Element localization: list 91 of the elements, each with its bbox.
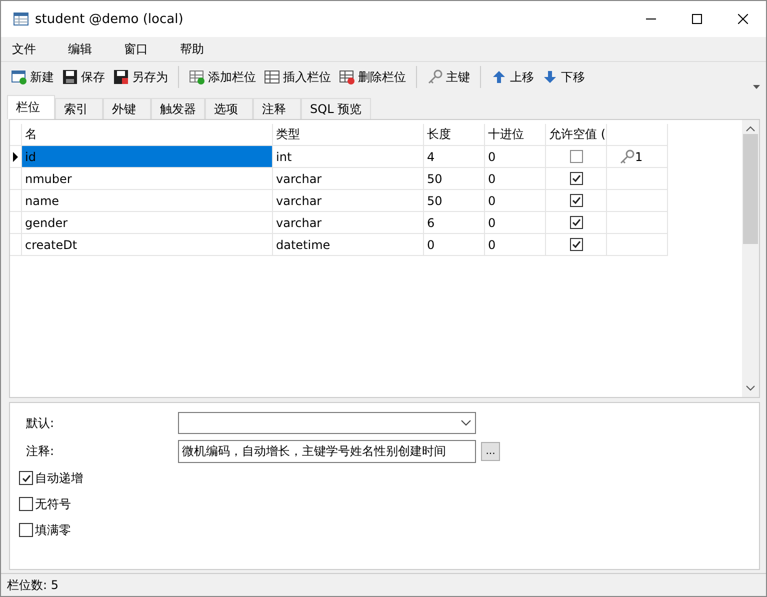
toolbar-button[interactable]: 主键 <box>423 66 474 88</box>
table-add-icon <box>11 69 27 85</box>
chevron-down-icon <box>461 420 471 426</box>
key-icon <box>427 69 443 85</box>
toolbar-button[interactable]: 添加栏位 <box>185 66 260 88</box>
table-cell[interactable]: varchar <box>273 190 424 212</box>
checkbox-label: 自动递增 <box>35 470 83 486</box>
toolbar-button[interactable]: 新建 <box>7 66 58 88</box>
arrow-up-icon <box>491 69 507 85</box>
grid-add-icon <box>189 69 205 85</box>
grid-delete-icon <box>339 69 355 85</box>
checkbox[interactable] <box>570 238 582 251</box>
menu-item[interactable]: 窗口 <box>117 40 155 58</box>
check-icon <box>572 174 580 183</box>
column-header[interactable]: 十进位 <box>485 124 546 146</box>
maximize-icon <box>692 14 702 24</box>
table-cell[interactable]: 0 <box>424 234 485 256</box>
table-cell[interactable]: 50 <box>424 168 485 190</box>
table-cell[interactable]: 0 <box>485 168 546 190</box>
field-label: 默认: <box>25 414 56 432</box>
table-cell[interactable]: varchar <box>273 168 424 190</box>
tab[interactable]: SQL 预览 <box>301 98 371 119</box>
close-icon <box>738 14 748 24</box>
status-text: 栏位数: 5 <box>7 576 58 594</box>
checkbox[interactable] <box>570 172 582 185</box>
table-cell[interactable]: 50 <box>424 190 485 212</box>
table-cell[interactable]: nmuber <box>22 168 273 190</box>
column-header[interactable]: 长度 <box>424 124 485 146</box>
tab[interactable]: 索引 <box>55 98 103 119</box>
table-cell[interactable]: 4 <box>424 146 485 168</box>
window-title: student @demo (local) <box>35 12 184 26</box>
table-cell[interactable]: 0 <box>485 212 546 234</box>
table-icon <box>13 11 29 27</box>
menu-item[interactable]: 编辑 <box>61 40 99 58</box>
toolbar-button[interactable]: 下移 <box>538 66 589 88</box>
table-cell[interactable]: 0 <box>485 190 546 212</box>
toolbar-button[interactable]: 上移 <box>487 66 538 88</box>
toolbar-button[interactable]: 另存为 <box>109 66 172 88</box>
column-header[interactable]: 类型 <box>273 124 424 146</box>
scroll-down-icon[interactable] <box>746 385 755 391</box>
table-cell[interactable]: int <box>273 146 424 168</box>
toolbar-button[interactable]: 插入栏位 <box>260 66 335 88</box>
row-pointer-icon <box>13 152 18 162</box>
arrow-down-icon <box>542 69 558 85</box>
table-cell[interactable]: 0 <box>485 234 546 256</box>
tab[interactable]: 触发器 <box>151 98 205 119</box>
grid-icon <box>264 69 280 85</box>
checkbox[interactable] <box>19 471 33 485</box>
check-icon <box>572 240 580 249</box>
table-cell[interactable] <box>607 234 668 256</box>
checkbox[interactable] <box>570 194 582 207</box>
checkbox-label: 填满零 <box>35 522 71 538</box>
check-icon <box>572 218 580 227</box>
toolbar-button[interactable]: 删除栏位 <box>335 66 410 88</box>
checkbox-label: 无符号 <box>35 496 71 512</box>
table-cell[interactable]: gender <box>22 212 273 234</box>
table-cell[interactable]: name <box>22 190 273 212</box>
scrollbar[interactable] <box>742 120 759 397</box>
table-cell[interactable]: varchar <box>273 212 424 234</box>
tab[interactable]: 栏位 <box>7 95 55 119</box>
table-cell[interactable]: 6 <box>424 212 485 234</box>
check-icon <box>572 196 580 205</box>
header-corner <box>10 124 22 146</box>
check-icon <box>22 474 30 482</box>
table-cell[interactable]: 0 <box>485 146 546 168</box>
checkbox[interactable] <box>570 216 582 229</box>
key-icon <box>619 148 635 164</box>
checkbox[interactable] <box>570 150 582 163</box>
more-button[interactable]: ... <box>481 442 500 460</box>
table-cell[interactable] <box>607 168 668 190</box>
tab[interactable]: 外键 <box>103 98 151 119</box>
table-cell[interactable] <box>607 190 668 212</box>
key-order: 1 <box>635 150 643 164</box>
overflow-caret-icon[interactable] <box>753 85 760 89</box>
column-header[interactable]: 允许空值 ( <box>546 124 607 146</box>
menu-item[interactable]: 帮助 <box>173 40 211 58</box>
table-cell[interactable]: id <box>22 146 273 168</box>
table-cell[interactable]: 1 <box>607 146 668 168</box>
default-dropdown[interactable] <box>178 412 476 434</box>
tab[interactable]: 注释 <box>253 98 301 119</box>
checkbox[interactable] <box>19 523 33 537</box>
table-cell[interactable]: createDt <box>22 234 273 256</box>
tab[interactable]: 选项 <box>205 98 253 119</box>
table-cell[interactable] <box>607 212 668 234</box>
menu-item[interactable]: 文件 <box>5 40 43 58</box>
field-label: 注释: <box>25 442 56 460</box>
scroll-up-icon[interactable] <box>746 126 755 132</box>
table-cell[interactable]: datetime <box>273 234 424 256</box>
toolbar-button[interactable]: 保存 <box>58 66 109 88</box>
checkbox[interactable] <box>19 497 33 511</box>
comment-field[interactable]: 微机编码，自动增长，主键学号姓名性别创建时间 <box>178 440 476 462</box>
